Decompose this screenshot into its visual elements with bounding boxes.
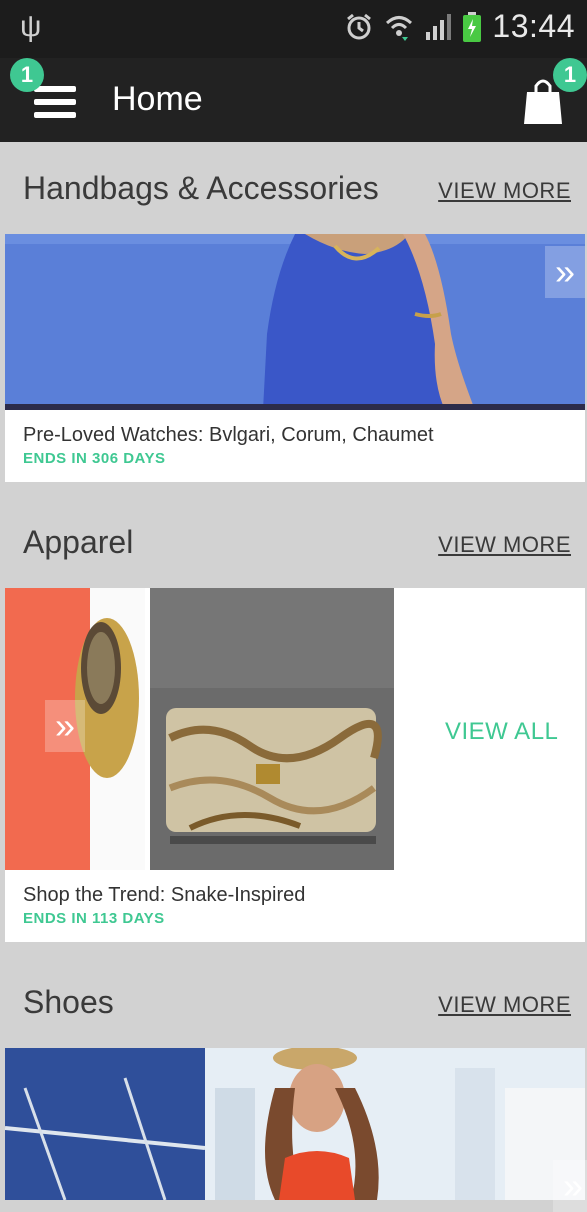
section-title: Shoes xyxy=(23,984,114,1020)
cart-count-badge: 1 xyxy=(553,58,587,92)
next-arrow-button[interactable]: » xyxy=(553,1160,587,1212)
sale-card-snake[interactable]: » VIEW ALL Shop the Trend: Snake-Inspire… xyxy=(5,588,585,942)
alarm-icon xyxy=(347,13,372,39)
status-time: 13:44 xyxy=(492,8,575,44)
sale-card-shoes[interactable]: » xyxy=(5,1048,587,1212)
section-header-apparel: Apparel VIEW MORE xyxy=(5,496,585,588)
view-more-link[interactable]: VIEW MORE xyxy=(438,532,571,558)
watches-banner-image xyxy=(5,234,585,410)
sale-card-watches[interactable]: » Pre-Loved Watches: Bvlgari, Corum, Cha… xyxy=(5,234,585,482)
sale-caption: Shop the Trend: Snake-Inspired xyxy=(23,884,306,906)
wifi-icon xyxy=(386,15,413,41)
status-bar: ψ 13:44 xyxy=(0,0,587,58)
sale-caption: Pre-Loved Watches: Bvlgari, Corum, Chaum… xyxy=(23,424,434,446)
shoes-banner-image xyxy=(5,1048,585,1200)
page-title: Home xyxy=(112,80,203,118)
view-more-link[interactable]: VIEW MORE xyxy=(438,178,571,204)
sale-ends-label: ENDS IN 306 DAYS xyxy=(23,450,166,467)
next-arrow-button[interactable]: » xyxy=(545,246,585,298)
battery-icon xyxy=(463,11,482,42)
section-title: Apparel xyxy=(23,524,134,560)
status-icons: 13:44 xyxy=(344,8,575,45)
snake-clutch-image xyxy=(150,588,394,870)
hamburger-icon-line xyxy=(34,112,76,118)
menu-button[interactable] xyxy=(34,80,76,124)
section-header-handbags: Handbags & Accessories VIEW MORE xyxy=(5,142,585,234)
app-bar: 1 Home 1 xyxy=(0,58,587,142)
section-title: Handbags & Accessories xyxy=(23,170,379,206)
previous-arrow-button[interactable]: » xyxy=(45,700,85,752)
sale-ends-label: ENDS IN 113 DAYS xyxy=(23,910,165,927)
hamburger-icon-line xyxy=(34,99,76,105)
usb-icon: ψ xyxy=(20,10,42,43)
view-all-link[interactable]: VIEW ALL xyxy=(445,718,558,746)
view-more-link[interactable]: VIEW MORE xyxy=(438,992,571,1018)
menu-notification-badge: 1 xyxy=(10,58,44,92)
section-header-shoes: Shoes VIEW MORE xyxy=(5,956,585,1048)
signal-icon xyxy=(426,13,452,40)
hamburger-icon-line xyxy=(34,86,76,92)
